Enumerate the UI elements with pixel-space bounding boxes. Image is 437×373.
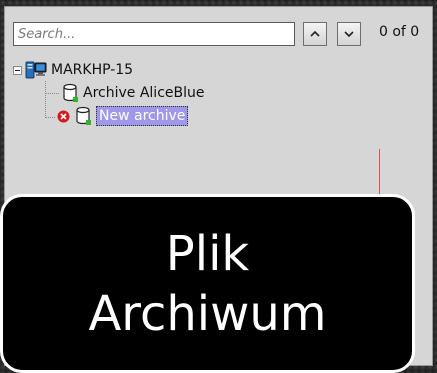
search-input[interactable] (13, 22, 295, 46)
archive-tree: MARKHP-15 Archive AliceBlue New archive (5, 55, 432, 195)
tree-connector (45, 81, 46, 118)
new-archive-label[interactable]: New archive (96, 106, 189, 126)
error-icon (57, 110, 70, 122)
next-result-button[interactable] (337, 22, 361, 46)
server-icon (25, 61, 47, 79)
caption-line-1: Plik (165, 225, 250, 282)
tree-node-archive-selected[interactable]: New archive (57, 105, 189, 127)
search-result-count: 0 of 0 (379, 24, 420, 40)
collapse-toggle-icon[interactable] (13, 65, 22, 75)
chevron-up-icon (310, 30, 320, 37)
caption-line-2: Archiwum (88, 285, 327, 342)
tree-connector (45, 93, 59, 94)
tree-node-archive[interactable]: Archive AliceBlue (61, 82, 204, 104)
chevron-down-icon (344, 31, 354, 38)
tree-node-server[interactable]: MARKHP-15 (13, 59, 133, 81)
previous-result-button[interactable] (303, 22, 327, 46)
archive-icon (76, 106, 91, 125)
server-label: MARKHP-15 (51, 62, 134, 78)
archive-label: Archive AliceBlue (83, 85, 205, 101)
archive-icon (63, 83, 78, 102)
caption-overlay: Plik Archiwum (0, 194, 415, 373)
tree-connector (45, 117, 55, 118)
